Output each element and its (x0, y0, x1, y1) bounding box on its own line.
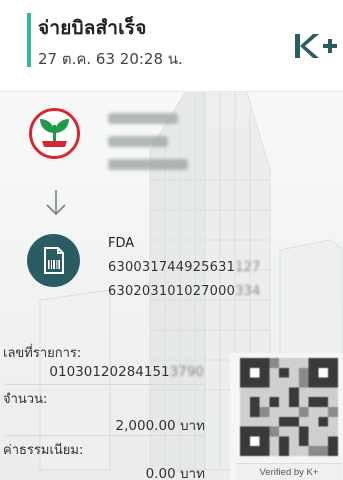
page-title: จ่ายบิลสำเร็จ (38, 17, 147, 39)
ref2-tail-masked: 334 (235, 284, 261, 299)
transaction-details: เลขที่รายการ: 010301202841513790 จำนวน: … (0, 338, 230, 480)
recipient-ref2: 630203101027000334 (108, 284, 261, 299)
fee-value: 0.00 บาท (145, 466, 205, 480)
arrow-down-icon (46, 190, 66, 216)
sender-name-masked (108, 113, 178, 124)
ref1-tail-masked: 127 (235, 260, 261, 275)
txn-id-tail-masked: 3790 (169, 364, 204, 380)
amount-value: 2,000.00 บาท (115, 418, 205, 434)
qr-verification[interactable]: Verified by K+ (230, 353, 343, 480)
slip-header: จ่ายบิลสำเร็จ 27 ต.ค. 63 20:28 น. (0, 0, 343, 92)
amount-label: จำนวน: (3, 392, 48, 407)
divider (5, 435, 205, 436)
sender-bank-masked (108, 136, 168, 147)
txn-id-value: 010301202841513790 (49, 364, 204, 380)
payment-slip: จ่ายบิลสำเร็จ 27 ต.ค. 63 20:28 น. FDA 63… (0, 0, 343, 480)
sender-account-masked (108, 159, 188, 170)
recipient-ref1: 630031744925631127 (108, 260, 261, 275)
kbank-leaf-icon (28, 107, 81, 160)
recipient-name: FDA (108, 236, 135, 251)
verified-by-kplus-label: Verified by K+ (236, 463, 342, 480)
sender-row (0, 98, 343, 188)
transaction-datetime: 27 ต.ค. 63 20:28 น. (38, 50, 183, 68)
ref1-text: 630031744925631 (108, 260, 236, 275)
kplus-logo-icon (295, 34, 337, 58)
txn-id-text: 01030120284151 (49, 364, 170, 380)
accent-bar (27, 13, 31, 67)
document-bill-icon (27, 234, 80, 287)
txn-id-label: เลขที่รายการ: (3, 346, 82, 361)
qr-code-icon[interactable] (240, 357, 338, 457)
fee-label: ค่าธรรมเนียม: (3, 443, 84, 458)
divider (5, 384, 205, 385)
ref2-text: 630203101027000 (108, 284, 236, 299)
recipient-row: FDA 630031744925631127 63020310102700033… (0, 226, 343, 316)
